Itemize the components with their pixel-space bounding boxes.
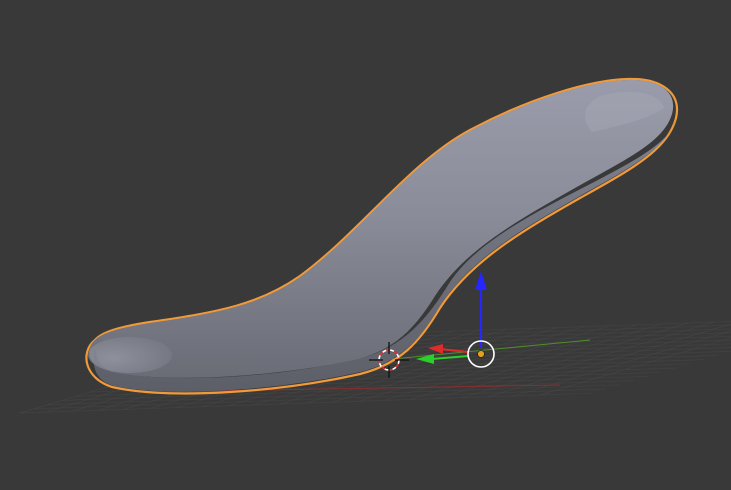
viewport-scene[interactable] xyxy=(0,0,731,490)
toe-highlight xyxy=(88,337,172,373)
object-origin-dot xyxy=(477,350,485,358)
3d-viewport[interactable] xyxy=(0,0,731,490)
gizmo-z-axis[interactable] xyxy=(475,271,487,348)
